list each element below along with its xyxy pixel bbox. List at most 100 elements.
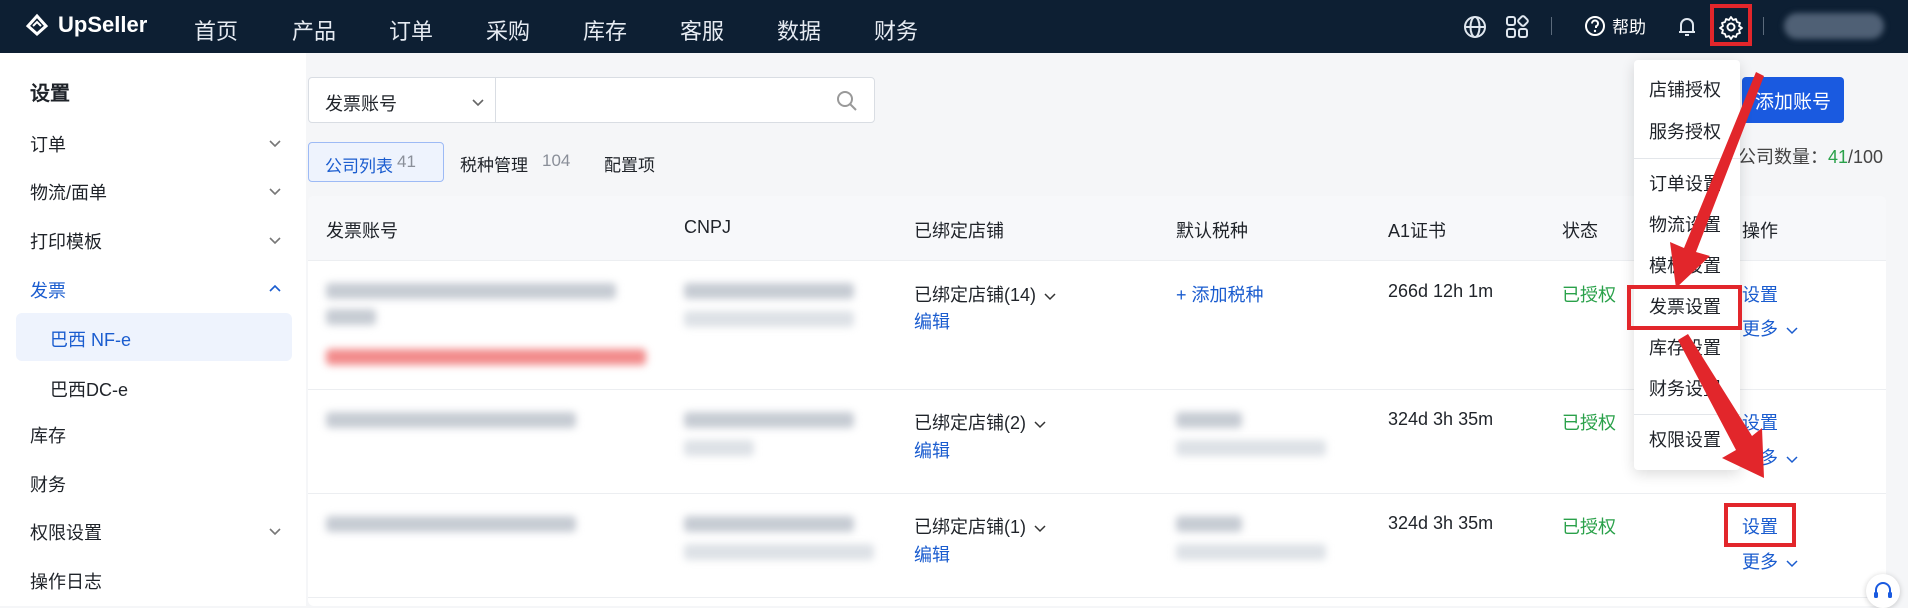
sidebar-item-invoice[interactable]: 发票: [30, 277, 66, 303]
help-label: 帮助: [1612, 18, 1646, 37]
sidebar-item-logistics[interactable]: 物流/面单: [30, 179, 107, 205]
gear-highlight-box: [1710, 4, 1752, 46]
sidebar-item-orders[interactable]: 订单: [30, 131, 66, 157]
edit-link[interactable]: 编辑: [914, 308, 950, 334]
bell-icon[interactable]: [1674, 14, 1700, 40]
sidebar-subitem-brazil-dce[interactable]: 巴西DC-e: [16, 363, 292, 411]
redacted-text: [1176, 440, 1326, 456]
upseller-logo-icon: [25, 13, 49, 37]
user-avatar[interactable]: [1784, 13, 1884, 39]
chevron-down-icon[interactable]: [268, 184, 282, 198]
search-field-select[interactable]: 发票账号: [308, 77, 496, 123]
sidebar-item-print-templates[interactable]: 打印模板: [30, 228, 102, 254]
nav-service[interactable]: 客服: [680, 14, 724, 46]
menu-item-inventory-settings[interactable]: 库存设置: [1649, 334, 1721, 360]
menu-item-shop-auth[interactable]: 店铺授权: [1649, 76, 1721, 102]
sidebar-subitem-label: 巴西 NF-e: [50, 330, 131, 350]
tab-count: 104: [542, 151, 571, 170]
col-bound-shops: 已绑定店铺: [914, 221, 1004, 241]
sidebar-subitem-label: 巴西DC-e: [50, 380, 129, 400]
nav-products[interactable]: 产品: [292, 14, 336, 46]
redacted-text: [684, 311, 854, 327]
search-icon[interactable]: [836, 90, 858, 112]
sidebar-item-permissions[interactable]: 权限设置: [30, 519, 102, 545]
edit-link[interactable]: 编辑: [914, 437, 950, 463]
globe-icon[interactable]: [1462, 14, 1488, 40]
nav-divider: [1763, 17, 1764, 35]
redacted-text: [684, 283, 854, 299]
company-count-total: /100: [1848, 147, 1884, 167]
chevron-up-icon[interactable]: [268, 282, 282, 296]
chevron-down-icon[interactable]: [268, 233, 282, 247]
tab-label: 公司列表: [325, 157, 393, 176]
nav-orders[interactable]: 订单: [389, 14, 433, 46]
chevron-down-icon: [1786, 327, 1798, 335]
tab-tax-management[interactable]: 税种管理 104: [460, 142, 590, 180]
invoice-settings-highlight-box: [1627, 285, 1742, 330]
bound-shops-dropdown[interactable]: 已绑定店铺(2): [914, 409, 1046, 435]
sidebar-item-inventory[interactable]: 库存: [30, 422, 66, 448]
nav-data[interactable]: 数据: [777, 14, 821, 46]
tab-label: 配置项: [604, 156, 655, 175]
tab-config[interactable]: 配置项: [604, 142, 684, 180]
nav-divider: [1551, 17, 1552, 35]
redacted-text: [684, 544, 874, 560]
nav-purchase[interactable]: 采购: [486, 14, 530, 46]
add-account-button[interactable]: 添加账号: [1742, 77, 1844, 123]
help-button[interactable]: 帮助: [1584, 13, 1646, 38]
redacted-text: [684, 412, 854, 428]
chevron-down-icon: [1034, 421, 1046, 429]
menu-item-service-auth[interactable]: 服务授权: [1649, 118, 1721, 144]
edit-link[interactable]: 编辑: [914, 541, 950, 567]
menu-item-order-settings[interactable]: 订单设置: [1649, 170, 1721, 196]
settings-link[interactable]: 设置: [1742, 281, 1778, 307]
redacted-text: [1176, 412, 1242, 428]
search-input[interactable]: [495, 77, 875, 123]
cert-remaining: 324d 3h 35m: [1388, 409, 1494, 429]
tab-label: 税种管理: [460, 156, 528, 175]
customer-service-button[interactable]: [1866, 574, 1900, 608]
brand-name: UpSeller: [58, 12, 148, 37]
menu-item-finance-settings[interactable]: 财务设置: [1649, 375, 1721, 401]
more-label: 更多: [1742, 448, 1778, 468]
chevron-down-icon: [1786, 560, 1798, 568]
col-default-tax: 默认税种: [1176, 221, 1248, 241]
brand-logo[interactable]: UpSeller: [24, 12, 147, 38]
menu-item-logistics-settings[interactable]: 物流设置: [1649, 211, 1721, 237]
more-dropdown[interactable]: 更多: [1742, 315, 1798, 341]
bound-shops-dropdown[interactable]: 已绑定店铺(1): [914, 513, 1046, 539]
col-invoice-account: 发票账号: [326, 221, 398, 241]
company-count: 公司数量：41/100: [1738, 143, 1883, 169]
redacted-text: [326, 309, 376, 325]
chevron-down-icon: [472, 99, 484, 107]
tab-company-list[interactable]: 公司列表 41: [308, 142, 444, 182]
status-authorized: 已授权: [1562, 285, 1616, 305]
status-authorized: 已授权: [1562, 517, 1616, 537]
sidebar-item-finance[interactable]: 财务: [30, 471, 66, 497]
add-tax-link[interactable]: + 添加税种: [1176, 281, 1264, 307]
menu-item-template-settings[interactable]: 模板设置: [1649, 252, 1721, 278]
nav-inventory[interactable]: 库存: [583, 14, 627, 46]
company-count-label: 公司数量：: [1738, 147, 1828, 167]
question-icon: [1585, 15, 1605, 36]
bound-shops-dropdown[interactable]: 已绑定店铺(14): [914, 281, 1056, 307]
chevron-down-icon[interactable]: [268, 136, 282, 150]
menu-item-permission-settings[interactable]: 权限设置: [1649, 426, 1721, 452]
col-status: 状态: [1562, 221, 1598, 241]
chevron-down-icon[interactable]: [268, 524, 282, 538]
sidebar-subitem-brazil-nfe[interactable]: 巴西 NF-e: [16, 313, 292, 361]
redacted-text: [326, 283, 616, 299]
redacted-text: [1176, 516, 1242, 532]
more-dropdown[interactable]: 更多: [1742, 548, 1798, 574]
apps-grid-icon[interactable]: [1504, 14, 1530, 40]
redacted-warning: [326, 349, 646, 365]
tab-count: 41: [397, 152, 416, 171]
sidebar-item-operation-log[interactable]: 操作日志: [30, 568, 102, 594]
nav-home[interactable]: 首页: [194, 14, 238, 46]
menu-divider: [1634, 158, 1740, 159]
more-dropdown[interactable]: 更多: [1742, 444, 1798, 470]
settings-link[interactable]: 设置: [1742, 409, 1778, 435]
company-count-used: 41: [1828, 147, 1849, 167]
nav-finance[interactable]: 财务: [874, 14, 918, 46]
more-label: 更多: [1742, 552, 1778, 572]
